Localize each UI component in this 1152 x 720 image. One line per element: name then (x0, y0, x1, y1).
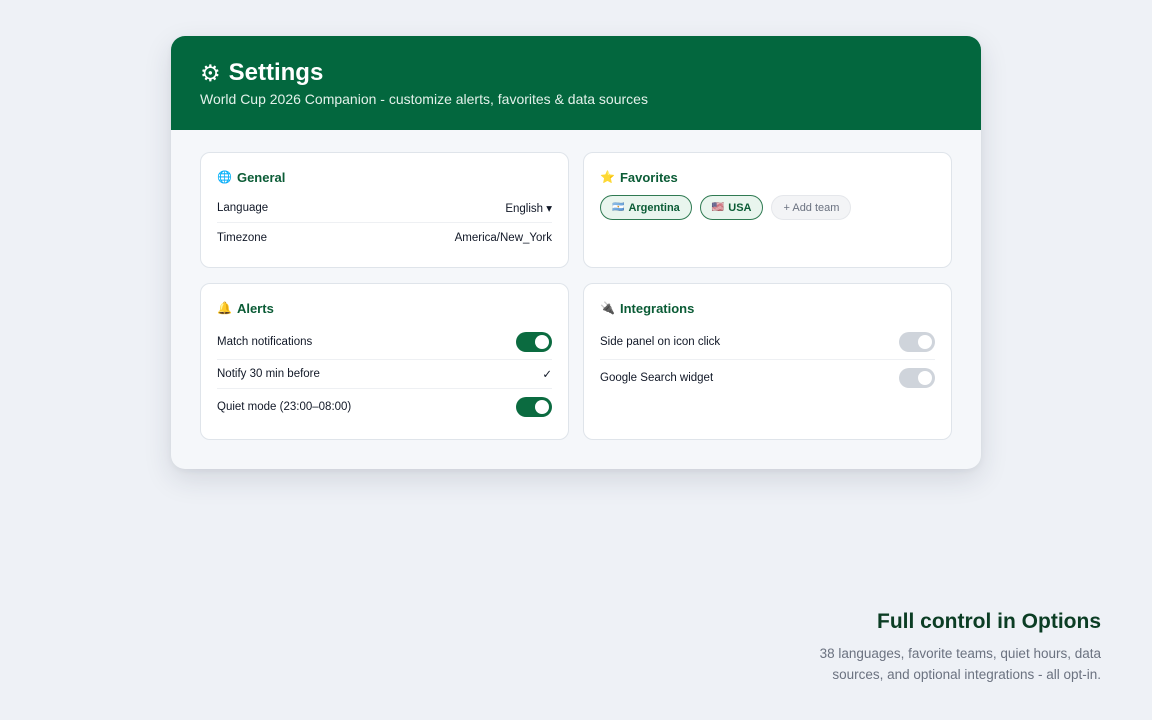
notify-before-label: Notify 30 min before (217, 368, 320, 380)
settings-window: ⚙ Settings World Cup 2026 Companion - cu… (171, 36, 981, 469)
favorite-teams-list: 🇦🇷 Argentina 🇺🇸 USA + Add team (600, 195, 935, 220)
timezone-label: Timezone (217, 231, 268, 244)
side-panel-row: Side panel on icon click (600, 325, 935, 360)
globe-icon: 🌐 (217, 170, 232, 184)
promo-section: Full control in Options 38 languages, fa… (801, 610, 1101, 685)
quiet-mode-toggle[interactable] (516, 396, 552, 417)
language-label: Language (217, 202, 269, 214)
usa-flag-icon: 🇺🇸 (711, 202, 725, 213)
timezone-select[interactable]: America/New_York (455, 232, 552, 244)
integrations-title-text: Integrations (619, 300, 695, 316)
side-panel-toggle[interactable] (899, 332, 935, 352)
bell-icon: 🔔 (217, 301, 232, 315)
page-title: ⚙ Settings (200, 58, 952, 88)
integrations-card-title: 🔌 Integrations (600, 300, 935, 316)
google-widget-label: Google Search widget (600, 371, 714, 384)
add-team-button[interactable]: + Add team (771, 195, 852, 220)
alerts-card: 🔔 Alerts Match notifications Notify 30 m… (200, 283, 569, 440)
favorites-card-title: ⭐ Favorites (600, 169, 935, 185)
match-notifications-label: Match notifications (217, 336, 313, 348)
alerts-title-text: Alerts (236, 300, 274, 316)
language-row: Language English ▾ (217, 194, 552, 223)
team-chip-usa[interactable]: 🇺🇸 USA (699, 195, 764, 220)
toggle-knob (918, 335, 932, 349)
page-subtitle: World Cup 2026 Companion - customize ale… (200, 91, 648, 107)
argentina-flag-icon: 🇦🇷 (612, 202, 625, 213)
favorites-card: ⭐ Favorites 🇦🇷 Argentina 🇺🇸 USA + Add te… (583, 152, 952, 268)
match-notifications-row: Match notifications (217, 325, 552, 360)
google-widget-toggle[interactable] (899, 367, 935, 388)
settings-header: ⚙ Settings World Cup 2026 Companion - cu… (171, 36, 981, 130)
checkmark-icon[interactable]: ✓ (542, 367, 552, 381)
team-chip-label: Argentina (628, 201, 680, 214)
general-card-title: 🌐 General (217, 169, 552, 185)
toggle-knob (535, 399, 549, 414)
gear-icon: ⚙ (200, 60, 221, 86)
page-title-text: Settings (228, 59, 324, 86)
google-widget-row: Google Search widget (600, 360, 935, 395)
general-title-text: General (236, 169, 286, 185)
promo-title: Full control in Options (877, 610, 1101, 633)
star-icon: ⭐ (600, 170, 615, 184)
favorites-title-text: Favorites (619, 169, 678, 185)
alerts-card-title: 🔔 Alerts (217, 300, 552, 316)
match-notifications-toggle[interactable] (516, 332, 552, 352)
language-select[interactable]: English ▾ (505, 201, 552, 215)
team-chip-label: USA (728, 201, 752, 214)
integrations-card: 🔌 Integrations Side panel on icon click … (583, 283, 952, 440)
general-card: 🌐 General Language English ▾ Timezone Am… (200, 152, 569, 268)
quiet-mode-label: Quiet mode (23:00–08:00) (217, 400, 352, 413)
toggle-knob (918, 370, 932, 385)
quiet-mode-row: Quiet mode (23:00–08:00) (217, 389, 552, 424)
promo-text: 38 languages, favorite teams, quiet hour… (819, 646, 1101, 682)
notify-before-row: Notify 30 min before ✓ (217, 360, 552, 389)
timezone-row: Timezone America/New_York (217, 223, 552, 252)
toggle-knob (535, 335, 549, 349)
side-panel-label: Side panel on icon click (600, 336, 721, 348)
team-chip-argentina[interactable]: 🇦🇷 Argentina (600, 195, 692, 220)
plug-icon: 🔌 (600, 301, 615, 315)
